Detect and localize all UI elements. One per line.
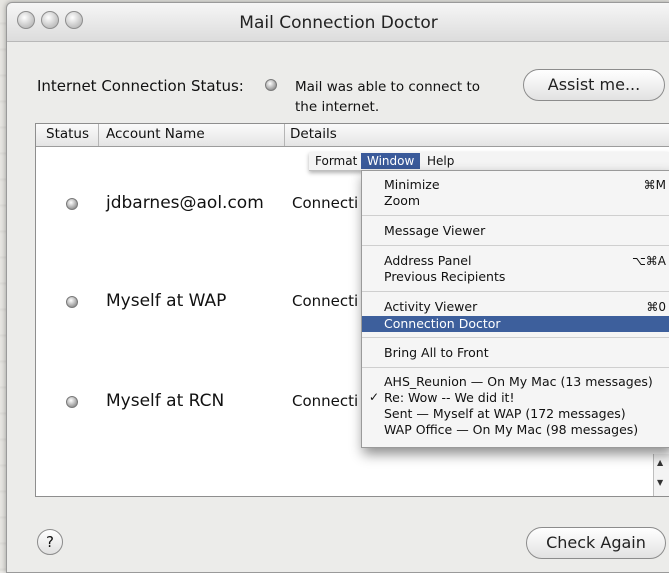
menu-item-window-wap-office[interactable]: WAP Office — On My Mac (98 messages) [384,422,638,438]
help-button[interactable]: ? [37,529,63,555]
account-status-icon [66,198,78,210]
title-bar: Mail Connection Doctor [7,3,669,42]
account-details: Connecti [292,292,359,310]
account-status-icon [66,396,78,408]
scrollbar[interactable]: ▲ ▼ [653,454,669,496]
account-name: Myself at WAP [106,291,227,311]
check-again-button[interactable]: Check Again [526,527,666,559]
menu-item-window-re-wow[interactable]: Re: Wow -- We did it! [384,390,514,406]
menu-item-address-panel[interactable]: Address Panel [384,253,471,269]
account-status-icon [66,296,78,308]
checkmark-icon: ✓ [369,390,380,404]
connection-status-label: Internet Connection Status: [37,77,244,95]
account-details: Connecti [292,392,359,410]
menu-item-window-ahs-reunion[interactable]: AHS_Reunion — On My Mac (13 messages) [384,374,653,390]
column-header-details[interactable]: Details [290,126,337,142]
column-header-status[interactable]: Status [46,126,89,142]
scroll-down-icon[interactable]: ▼ [657,478,663,487]
column-header-account[interactable]: Account Name [106,126,205,142]
account-name: Myself at RCN [106,391,225,411]
menu-item-connection-doctor[interactable]: Connection Doctor [362,316,669,332]
menu-item-window-sent[interactable]: Sent — Myself at WAP (172 messages) [384,406,626,422]
menu-item-label: Minimize [384,177,440,192]
scroll-up-icon[interactable]: ▲ [657,458,663,467]
table-header: Status Account Name Details [36,124,669,147]
window-title: Mail Connection Doctor [239,13,438,33]
shortcut-address-panel: ⌥⌘A [631,254,666,268]
menu-item-activity-viewer[interactable]: Activity Viewer [384,299,477,315]
menu-format[interactable]: Format [309,153,363,169]
menu-item-zoom[interactable]: Zoom [384,193,420,209]
menu-bar: Format Window Help [309,152,669,171]
menu-item-bring-all-to-front[interactable]: Bring All to Front [384,345,489,361]
assist-me-button[interactable]: Assist me... [523,69,665,101]
status-line-2: the internet. [295,99,380,115]
menu-item-minimize[interactable]: Minimize [384,177,440,193]
window-menu: Minimize ⌘M Zoom Message Viewer Address … [361,170,669,448]
menu-help[interactable]: Help [421,153,460,169]
menu-window[interactable]: Window [361,153,421,169]
menu-item-message-viewer[interactable]: Message Viewer [384,223,485,239]
shortcut-minimize: ⌘M [643,178,666,192]
shortcut-activity-viewer: ⌘0 [646,300,666,314]
connection-status-text: Mail was able to connect to the internet… [295,77,525,117]
menu-item-previous-recipients[interactable]: Previous Recipients [384,269,505,285]
status-indicator-icon [265,79,277,91]
status-line-1: Mail was able to connect to [295,79,481,95]
account-details: Connecti [292,194,359,212]
account-name: jdbarnes@aol.com [106,193,264,213]
